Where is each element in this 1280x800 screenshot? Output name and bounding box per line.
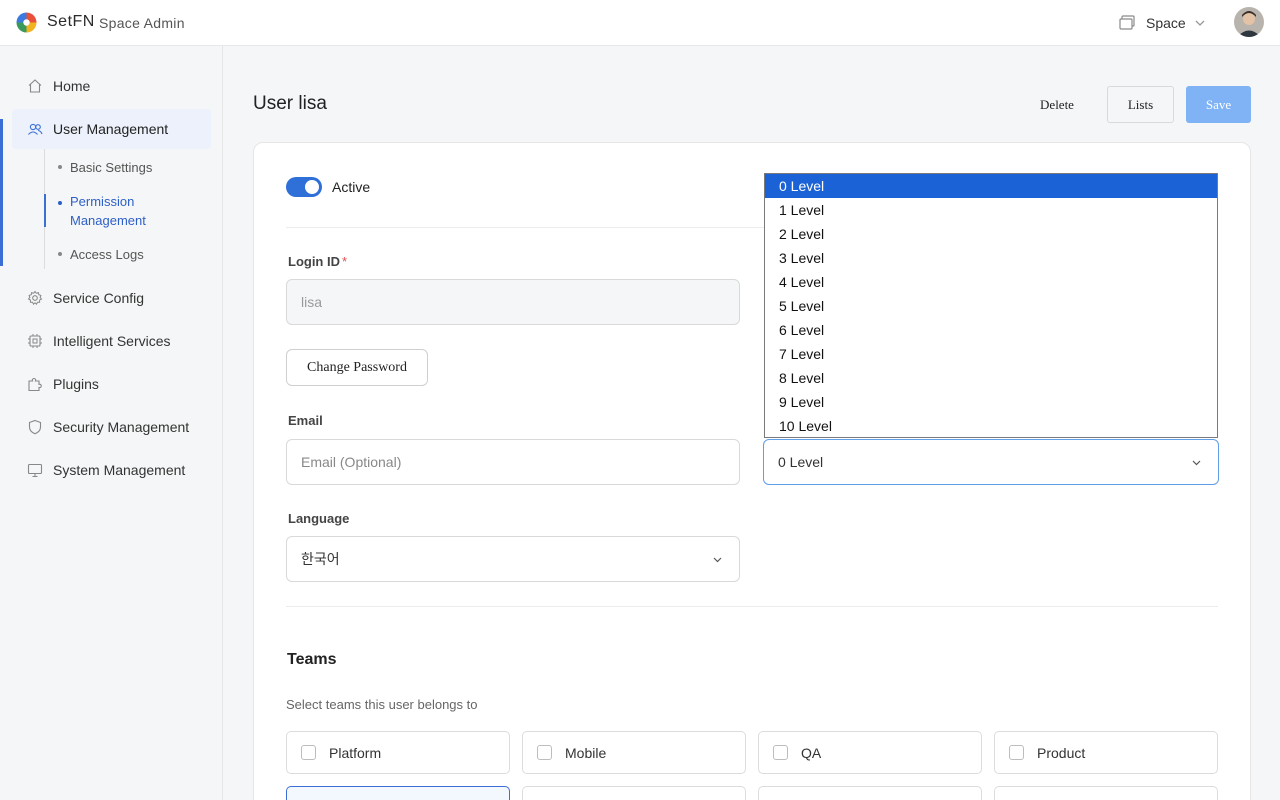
team-option-product[interactable]: Product bbox=[994, 731, 1218, 774]
home-icon bbox=[28, 79, 42, 93]
email-label: Email bbox=[288, 413, 323, 428]
sidebar-subitem-access-logs[interactable]: Access Logs bbox=[58, 245, 144, 264]
team-option-mobile[interactable]: Mobile bbox=[522, 731, 746, 774]
change-password-button[interactable]: Change Password bbox=[286, 349, 428, 386]
team-label: Product bbox=[1037, 744, 1086, 761]
chevron-down-icon bbox=[1192, 460, 1201, 466]
sidebar-subitem-permission-management[interactable]: Permission Management bbox=[58, 192, 168, 230]
lists-button[interactable]: Lists bbox=[1107, 86, 1174, 123]
bullet-dot bbox=[58, 251, 62, 256]
sidebar-subitem-label: Permission Management bbox=[70, 194, 146, 228]
level-option[interactable]: 5 Level bbox=[765, 294, 1217, 318]
delete-button[interactable]: Delete bbox=[1028, 86, 1086, 123]
page-title: User lisa bbox=[253, 93, 327, 114]
sidebar-item-service-config[interactable]: Service Config bbox=[12, 278, 211, 318]
sidebar-subitem-label: Basic Settings bbox=[70, 160, 153, 175]
login-id-label: Login ID * bbox=[288, 254, 347, 269]
window-stack-icon bbox=[1119, 15, 1135, 30]
level-select[interactable]: 0 Level bbox=[763, 439, 1219, 485]
brand-name: SetFN bbox=[47, 13, 95, 30]
puzzle-icon bbox=[28, 378, 42, 392]
level-option[interactable]: 8 Level bbox=[765, 366, 1217, 390]
sidebar-item-user-management[interactable]: User Management bbox=[12, 109, 211, 149]
sidebar: Home User Management Basic Settings Perm… bbox=[0, 46, 223, 800]
chevron-down-icon bbox=[713, 557, 722, 563]
level-option[interactable]: 3 Level bbox=[765, 246, 1217, 270]
bullet-dot bbox=[58, 164, 62, 169]
user-avatar[interactable] bbox=[1234, 7, 1264, 37]
team-checkbox[interactable] bbox=[1009, 745, 1024, 760]
team-checkbox[interactable] bbox=[301, 745, 316, 760]
sidebar-item-security-management[interactable]: Security Management bbox=[12, 407, 211, 447]
gear-icon bbox=[27, 290, 43, 306]
top-bar: SetFN Space Admin Space bbox=[0, 0, 1280, 46]
team-checkbox[interactable] bbox=[773, 745, 788, 760]
sidebar-item-label: Security Management bbox=[53, 419, 190, 435]
team-option-partial[interactable] bbox=[994, 786, 1218, 800]
level-select-value: 0 Level bbox=[778, 454, 824, 470]
sidebar-item-label: Service Config bbox=[53, 290, 145, 306]
space-selector[interactable]: Space bbox=[1118, 12, 1206, 34]
shield-icon bbox=[28, 419, 42, 435]
space-label: Space bbox=[1146, 15, 1186, 31]
level-option[interactable]: 6 Level bbox=[765, 318, 1217, 342]
team-label: QA bbox=[801, 744, 822, 761]
team-option-qa[interactable]: QA bbox=[758, 731, 982, 774]
language-select-value: 한국어 bbox=[301, 551, 340, 567]
team-option-partial[interactable] bbox=[758, 786, 982, 800]
language-label: Language bbox=[288, 511, 350, 526]
users-icon bbox=[28, 123, 43, 135]
setfn-logo bbox=[16, 12, 37, 33]
level-option[interactable]: 0 Level bbox=[765, 174, 1217, 198]
email-field[interactable]: Email (Optional) bbox=[286, 439, 740, 485]
active-section-indicator bbox=[0, 119, 3, 266]
sidebar-item-label: Plugins bbox=[53, 376, 99, 392]
team-label: Mobile bbox=[565, 744, 607, 761]
email-placeholder: Email (Optional) bbox=[301, 454, 402, 470]
team-option-partial[interactable] bbox=[286, 786, 510, 800]
sidebar-subitem-label: Access Logs bbox=[70, 247, 144, 262]
language-select[interactable]: 한국어 bbox=[286, 536, 740, 582]
required-mark: * bbox=[342, 254, 348, 269]
submenu-active-indicator bbox=[44, 194, 46, 227]
login-id-label-text: Login ID bbox=[288, 254, 340, 269]
sidebar-item-home[interactable]: Home bbox=[12, 66, 211, 106]
level-option[interactable]: 4 Level bbox=[765, 270, 1217, 294]
sidebar-item-system-management[interactable]: System Management bbox=[12, 450, 211, 490]
chevron-down-icon bbox=[1195, 20, 1205, 26]
avatar-image bbox=[1234, 7, 1264, 37]
team-option-platform[interactable]: Platform bbox=[286, 731, 510, 774]
sidebar-item-plugins[interactable]: Plugins bbox=[12, 364, 211, 404]
login-id-value: lisa bbox=[301, 294, 323, 310]
level-option[interactable]: 2 Level bbox=[765, 222, 1217, 246]
level-option[interactable]: 7 Level bbox=[765, 342, 1217, 366]
app-title: Space Admin bbox=[99, 15, 185, 31]
level-option[interactable]: 9 Level bbox=[765, 390, 1217, 414]
sidebar-subitem-basic-settings[interactable]: Basic Settings bbox=[58, 158, 152, 177]
level-dropdown-list[interactable]: 0 Level 1 Level 2 Level 3 Level 4 Level 5 Lev… bbox=[764, 173, 1218, 438]
monitor-icon bbox=[27, 463, 43, 478]
level-option[interactable]: 10 Level bbox=[765, 414, 1217, 438]
team-label: Platform bbox=[329, 744, 382, 761]
teams-description: Select teams this user belongs to bbox=[286, 697, 478, 712]
active-toggle[interactable] bbox=[286, 177, 322, 197]
section-divider bbox=[286, 606, 1218, 607]
team-option-partial[interactable] bbox=[522, 786, 746, 800]
active-label: Active bbox=[332, 179, 371, 195]
chip-icon bbox=[28, 334, 42, 348]
sidebar-item-label: Home bbox=[53, 78, 91, 94]
sidebar-item-label: System Management bbox=[53, 462, 186, 478]
save-button[interactable]: Save bbox=[1186, 86, 1251, 123]
teams-title: Teams bbox=[287, 651, 337, 668]
sidebar-item-label: User Management bbox=[53, 121, 169, 137]
level-option[interactable]: 1 Level bbox=[765, 198, 1217, 222]
login-id-field[interactable]: lisa bbox=[286, 279, 740, 325]
toggle-knob bbox=[305, 180, 319, 194]
team-checkbox[interactable] bbox=[537, 745, 552, 760]
bullet-dot bbox=[58, 201, 62, 205]
sidebar-item-intelligent-services[interactable]: Intelligent Services bbox=[12, 321, 211, 361]
sidebar-item-label: Intelligent Services bbox=[53, 333, 171, 349]
